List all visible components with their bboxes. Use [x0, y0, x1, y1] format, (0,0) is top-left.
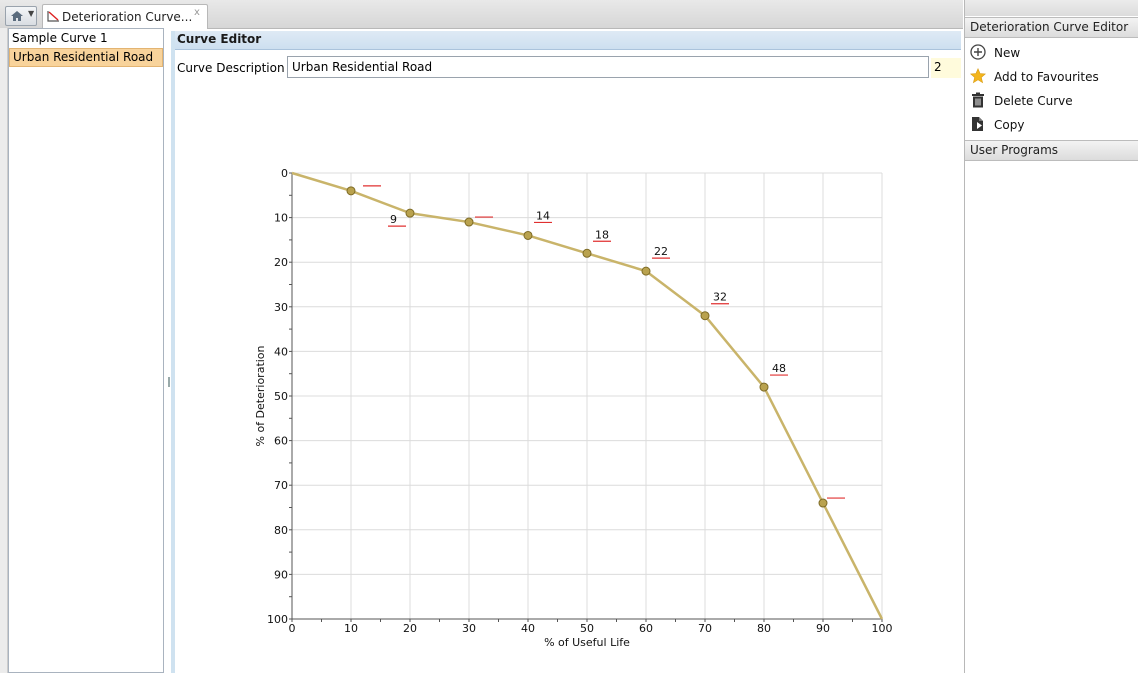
data-label: 32	[713, 291, 727, 304]
new-label: New	[994, 46, 1021, 60]
task-panel: Deterioration Curve Editor New Add to Fa…	[964, 0, 1138, 673]
x-tick-label: 20	[403, 622, 417, 635]
add-to-favourites-button[interactable]: Add to Favourites	[965, 65, 1138, 89]
y-tick-label: 0	[281, 167, 288, 180]
data-point[interactable]	[346, 186, 356, 196]
delete-curve-label: Delete Curve	[994, 94, 1073, 108]
data-label: 22	[654, 245, 668, 258]
data-label: 9	[390, 213, 397, 226]
deterioration-chart[interactable]: 0 10 20 30 40 50 60 70 80 90 100010203040506070809…	[175, 31, 961, 673]
y-tick-label: 100	[267, 613, 288, 626]
x-axis-title: % of Useful Life	[544, 636, 630, 649]
data-point[interactable]	[405, 208, 415, 218]
home-icon	[11, 11, 23, 21]
tab-deterioration-curve[interactable]: Deterioration Curve... x	[42, 4, 208, 29]
data-point[interactable]	[818, 498, 828, 508]
y-tick-label: 80	[274, 524, 288, 537]
list-item-selected[interactable]: Urban Residential Road	[9, 48, 163, 67]
data-label: 18	[595, 228, 609, 241]
home-menu-button[interactable]: ▼	[5, 6, 37, 26]
tab-strip: ▼ Deterioration Curve... x	[0, 0, 963, 29]
data-point[interactable]	[523, 230, 533, 240]
y-axis-title: % of Deterioration	[254, 345, 267, 446]
y-tick-label: 50	[274, 390, 288, 403]
x-tick-label: 0	[289, 622, 296, 635]
x-tick-label: 60	[639, 622, 653, 635]
trash-icon	[972, 92, 984, 108]
data-point[interactable]	[582, 248, 592, 258]
y-tick-label: 60	[274, 435, 288, 448]
data-point[interactable]	[464, 217, 474, 227]
y-tick-label: 20	[274, 256, 288, 269]
curve-list: Sample Curve 1 Urban Residential Road	[8, 28, 164, 673]
plus-circle-icon	[970, 44, 986, 60]
list-item[interactable]: Sample Curve 1	[9, 29, 163, 48]
x-tick-label: 100	[872, 622, 893, 635]
delete-curve-button[interactable]: Delete Curve	[965, 89, 1138, 113]
y-tick-label: 70	[274, 479, 288, 492]
y-tick-label: 40	[274, 345, 288, 358]
new-button[interactable]: New	[965, 41, 1138, 65]
left-collapse-strip[interactable]	[0, 28, 8, 673]
data-label: 14	[536, 209, 550, 222]
chevron-down-icon: ▼	[28, 9, 35, 18]
copy-button[interactable]: Copy	[965, 113, 1138, 137]
y-tick-label: 30	[274, 301, 288, 314]
curve-editor: Curve Editor Curve Description 2 0102030…	[171, 31, 961, 673]
x-tick-label: 70	[698, 622, 712, 635]
x-tick-label: 30	[462, 622, 476, 635]
copy-label: Copy	[994, 118, 1025, 132]
x-tick-label: 90	[816, 622, 830, 635]
y-tick-label: 90	[274, 568, 288, 581]
task-panel-title: Deterioration Curve Editor	[965, 17, 1138, 38]
user-programs-header[interactable]: User Programs	[965, 140, 1138, 161]
close-icon[interactable]: x	[194, 7, 200, 18]
tab-label: Deterioration Curve...	[62, 10, 193, 24]
star-icon	[970, 68, 986, 84]
x-tick-label: 50	[580, 622, 594, 635]
curve-chart-icon	[47, 11, 59, 22]
data-point[interactable]	[700, 311, 710, 321]
task-panel-strip	[965, 0, 1138, 16]
data-point[interactable]	[759, 382, 769, 392]
splitter-handle[interactable]	[168, 377, 170, 387]
x-tick-label: 10	[344, 622, 358, 635]
y-tick-label: 10	[274, 212, 288, 225]
x-tick-label: 80	[757, 622, 771, 635]
data-point[interactable]	[641, 266, 651, 276]
x-tick-label: 40	[521, 622, 535, 635]
add-to-favourites-label: Add to Favourites	[994, 70, 1099, 84]
copy-icon	[972, 117, 983, 131]
data-label: 48	[772, 362, 786, 375]
